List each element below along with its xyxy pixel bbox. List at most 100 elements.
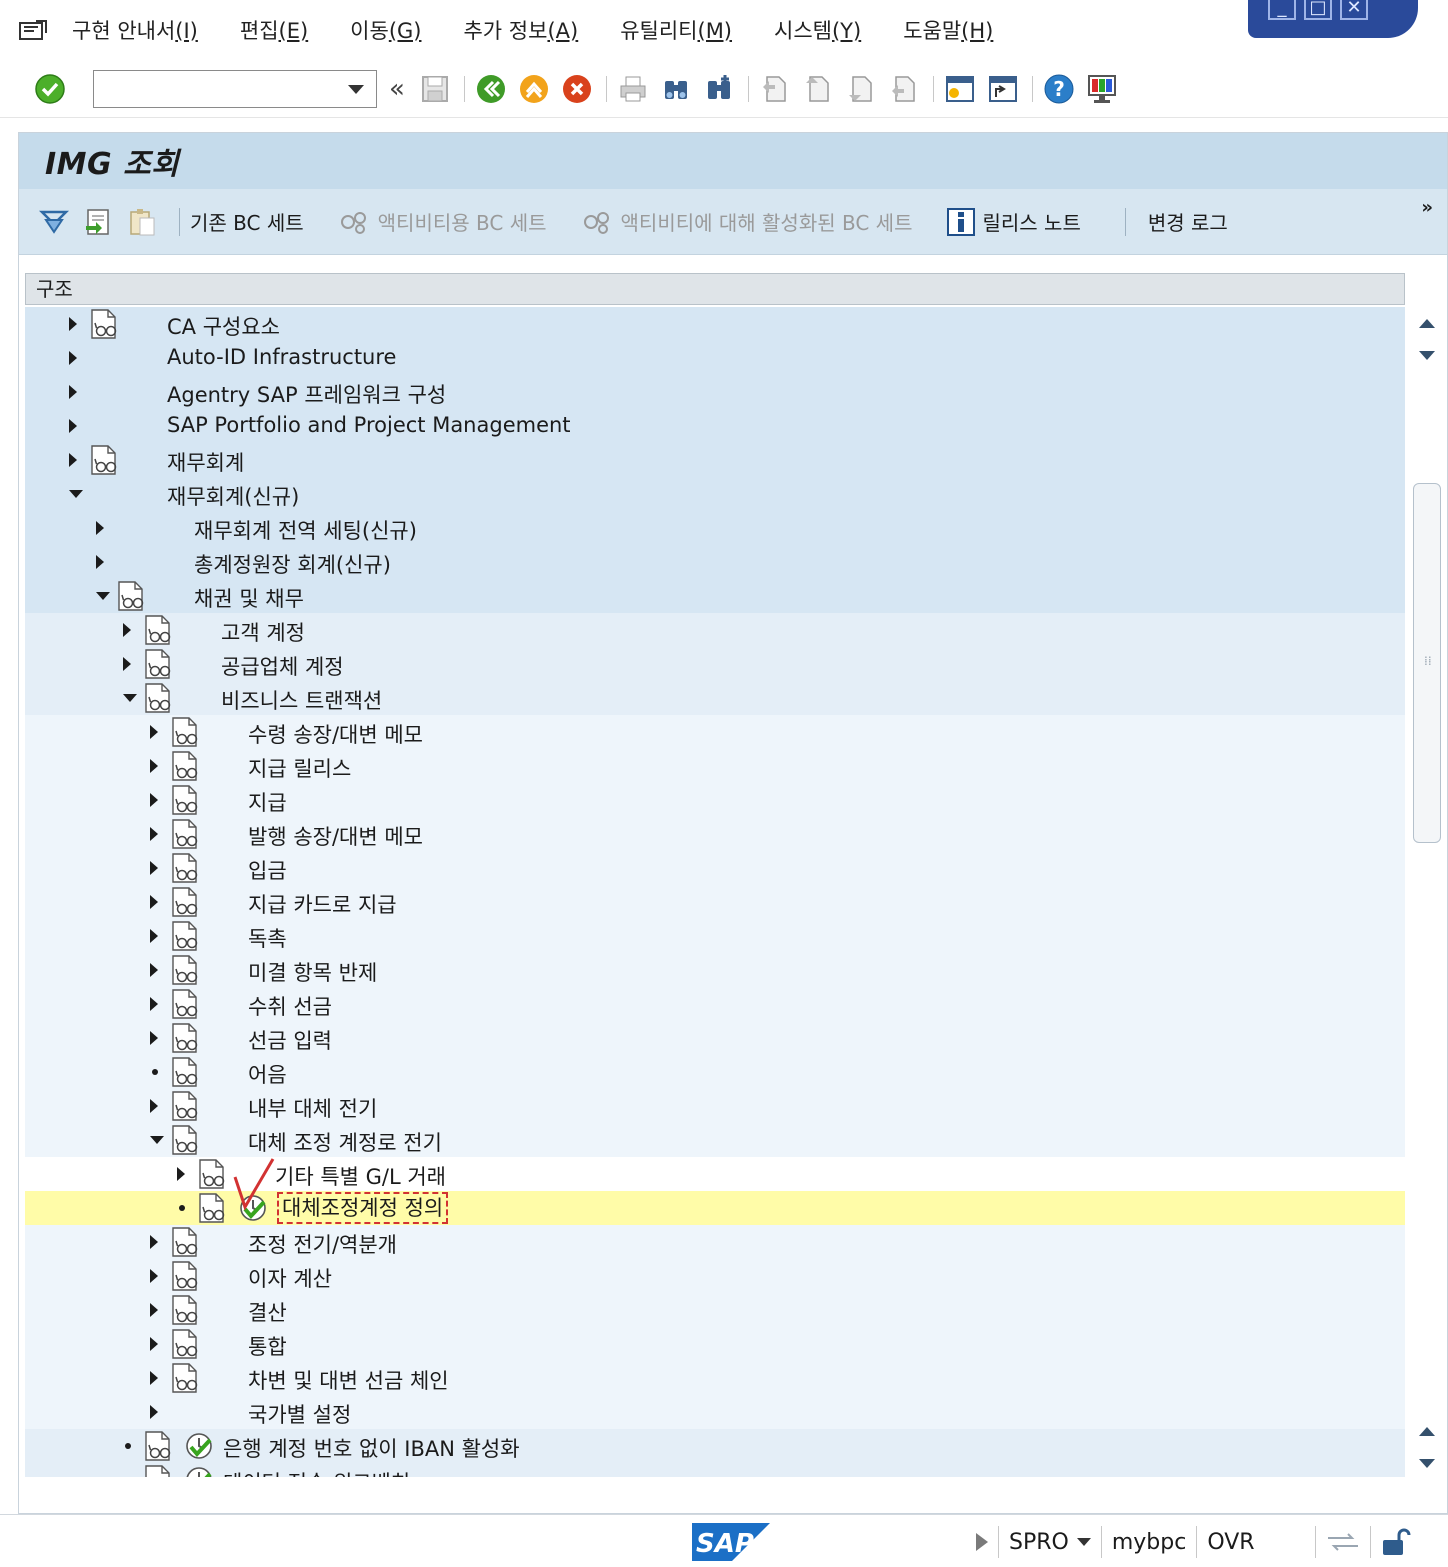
tree-node-label[interactable]: 지급 릴리스	[248, 753, 351, 783]
tree-node[interactable]: 재무회계 전역 세팅(신규)	[25, 511, 1405, 545]
command-field[interactable]	[93, 69, 377, 108]
security-field[interactable]	[1371, 1526, 1421, 1558]
documentation-icon[interactable]	[143, 1430, 173, 1462]
documentation-icon[interactable]	[143, 1464, 173, 1477]
tree-node[interactable]: 내부 대체 전기	[25, 1089, 1405, 1123]
find-next-icon[interactable]	[701, 71, 737, 107]
menu-item-4[interactable]: 유틸리티(M)	[620, 15, 732, 45]
expand-subtree-icon[interactable]	[37, 205, 71, 239]
scroll-down-bottom-icon[interactable]	[1419, 1459, 1435, 1468]
documentation-icon[interactable]	[170, 1226, 200, 1258]
tree-node-label[interactable]: 총계정원장 회계(신규)	[194, 549, 391, 579]
expand-node-icon[interactable]	[150, 1099, 158, 1113]
expand-node-icon[interactable]	[150, 1235, 158, 1249]
expand-node-icon[interactable]	[150, 861, 158, 875]
documentation-icon[interactable]	[197, 1158, 227, 1190]
expand-node-icon[interactable]	[150, 725, 158, 739]
save-icon[interactable]	[417, 71, 453, 107]
tree-node[interactable]: 고객 계정	[25, 613, 1405, 647]
expand-node-icon[interactable]	[69, 317, 77, 331]
menu-item-0[interactable]: 구현 안내서(I)	[72, 15, 198, 45]
documentation-icon[interactable]	[170, 1260, 200, 1292]
tree-node[interactable]: 결산	[25, 1293, 1405, 1327]
status-expand-icon[interactable]	[976, 1533, 988, 1551]
tree-node[interactable]: SAP Portfolio and Project Management	[25, 409, 1405, 443]
documentation-icon[interactable]	[170, 852, 200, 884]
tree-node-label[interactable]: 대체 조정 계정로 전기	[248, 1127, 442, 1157]
tree-node-label[interactable]: 발행 송장/대변 메모	[248, 821, 423, 851]
collapse-command-icon[interactable]: «	[389, 74, 405, 104]
documentation-icon[interactable]	[116, 580, 146, 612]
documentation-icon[interactable]	[89, 308, 119, 340]
documentation-icon[interactable]	[170, 784, 200, 816]
tree-node-label[interactable]: 국가별 설정	[248, 1399, 351, 1429]
expand-node-icon[interactable]	[69, 351, 77, 365]
expand-node-icon[interactable]	[150, 1269, 158, 1283]
expand-node-icon[interactable]	[150, 1303, 158, 1317]
tree-node-label[interactable]: 대체조정계정 정의	[277, 1192, 449, 1224]
menu-item-3[interactable]: 추가 정보(A)	[463, 15, 578, 45]
tree-node[interactable]: 지급 카드로 지급	[25, 885, 1405, 919]
documentation-icon[interactable]	[170, 988, 200, 1020]
more-functions-icon[interactable]: »	[1421, 197, 1433, 218]
documentation-icon[interactable]	[170, 750, 200, 782]
back-icon[interactable]	[473, 71, 509, 107]
tree-node[interactable]: 독촉	[25, 919, 1405, 953]
execute-activity-icon[interactable]	[183, 1464, 215, 1477]
tree-node[interactable]: 발행 송장/대변 메모	[25, 817, 1405, 851]
transaction-field[interactable]: SPRO	[999, 1526, 1102, 1558]
expand-node-icon[interactable]	[150, 1405, 158, 1419]
tree-node[interactable]: 선금 입력	[25, 1021, 1405, 1055]
tree-node-label[interactable]: 이자 계산	[248, 1263, 332, 1293]
expand-node-icon[interactable]	[123, 657, 131, 671]
tree-node[interactable]: CA 구성요소	[25, 307, 1405, 341]
tree-node[interactable]: 차변 및 대변 선금 체인	[25, 1361, 1405, 1395]
tree-node[interactable]: 은행 계정 번호 없이 IBAN 활성화	[25, 1429, 1405, 1463]
print-icon[interactable]	[615, 71, 651, 107]
tree-node-label[interactable]: 재무회계	[167, 447, 244, 477]
expand-node-icon[interactable]	[150, 793, 158, 807]
tree-node-label[interactable]: CA 구성요소	[167, 311, 280, 341]
documentation-icon[interactable]	[197, 1192, 227, 1224]
documentation-icon[interactable]	[170, 954, 200, 986]
maximize-button[interactable]: □	[1304, 0, 1332, 20]
tree-node[interactable]: 대체조정계정 정의	[25, 1158, 1405, 1225]
tree-node-label[interactable]: 비즈니스 트랜잭션	[221, 685, 382, 715]
tree-node-label[interactable]: 수취 선금	[248, 991, 332, 1021]
tree-node[interactable]: 이자 계산	[25, 1259, 1405, 1293]
tree-node[interactable]: 재무회계(신규)	[25, 477, 1405, 511]
new-session-icon[interactable]	[942, 71, 978, 107]
tree-node[interactable]: Auto-ID Infrastructure	[25, 341, 1405, 375]
tree-node-label[interactable]: 수령 송장/대변 메모	[248, 719, 423, 749]
tree-node[interactable]: 채권 및 채무	[25, 579, 1405, 613]
expand-node-icon[interactable]	[150, 997, 158, 1011]
expand-node-icon[interactable]	[96, 555, 104, 569]
tree-node-label[interactable]: 지급	[248, 787, 287, 817]
tree-node-label[interactable]: Auto-ID Infrastructure	[167, 345, 396, 369]
documentation-icon[interactable]	[170, 1362, 200, 1394]
minimize-button[interactable]: _	[1268, 0, 1296, 20]
app-toolbar-button-2[interactable]: 액티비티에 대해 활성화된 BC 세트	[581, 207, 912, 236]
tree-node-label[interactable]: 미결 항목 반제	[248, 957, 377, 987]
next-page-icon[interactable]	[843, 71, 879, 107]
documentation-icon[interactable]	[170, 1294, 200, 1326]
collapse-node-icon[interactable]	[123, 694, 137, 702]
tree-node-label[interactable]: Agentry SAP 프레임워크 구성	[167, 379, 446, 409]
tree-node-label[interactable]: 내부 대체 전기	[248, 1093, 377, 1123]
tree-node-label[interactable]: 통합	[248, 1331, 287, 1361]
execute-activity-icon[interactable]	[183, 1430, 215, 1462]
tree-node[interactable]: 수령 송장/대변 메모	[25, 715, 1405, 749]
documentation-icon[interactable]	[170, 1056, 200, 1088]
documentation-icon[interactable]	[170, 920, 200, 952]
menu-item-5[interactable]: 시스템(Y)	[774, 15, 861, 45]
tree-node-label[interactable]: 채권 및 채무	[194, 583, 304, 613]
tree-node[interactable]: 총계정원장 회계(신규)	[25, 545, 1405, 579]
tree-node[interactable]: 입금	[25, 851, 1405, 885]
expand-node-icon[interactable]	[150, 895, 158, 909]
previous-page-icon[interactable]	[800, 71, 836, 107]
tree-node[interactable]: 재무회계	[25, 443, 1405, 477]
documentation-icon[interactable]	[89, 444, 119, 476]
expand-node-icon[interactable]	[69, 419, 77, 433]
expand-node-icon[interactable]	[96, 521, 104, 535]
documentation-icon[interactable]	[170, 716, 200, 748]
